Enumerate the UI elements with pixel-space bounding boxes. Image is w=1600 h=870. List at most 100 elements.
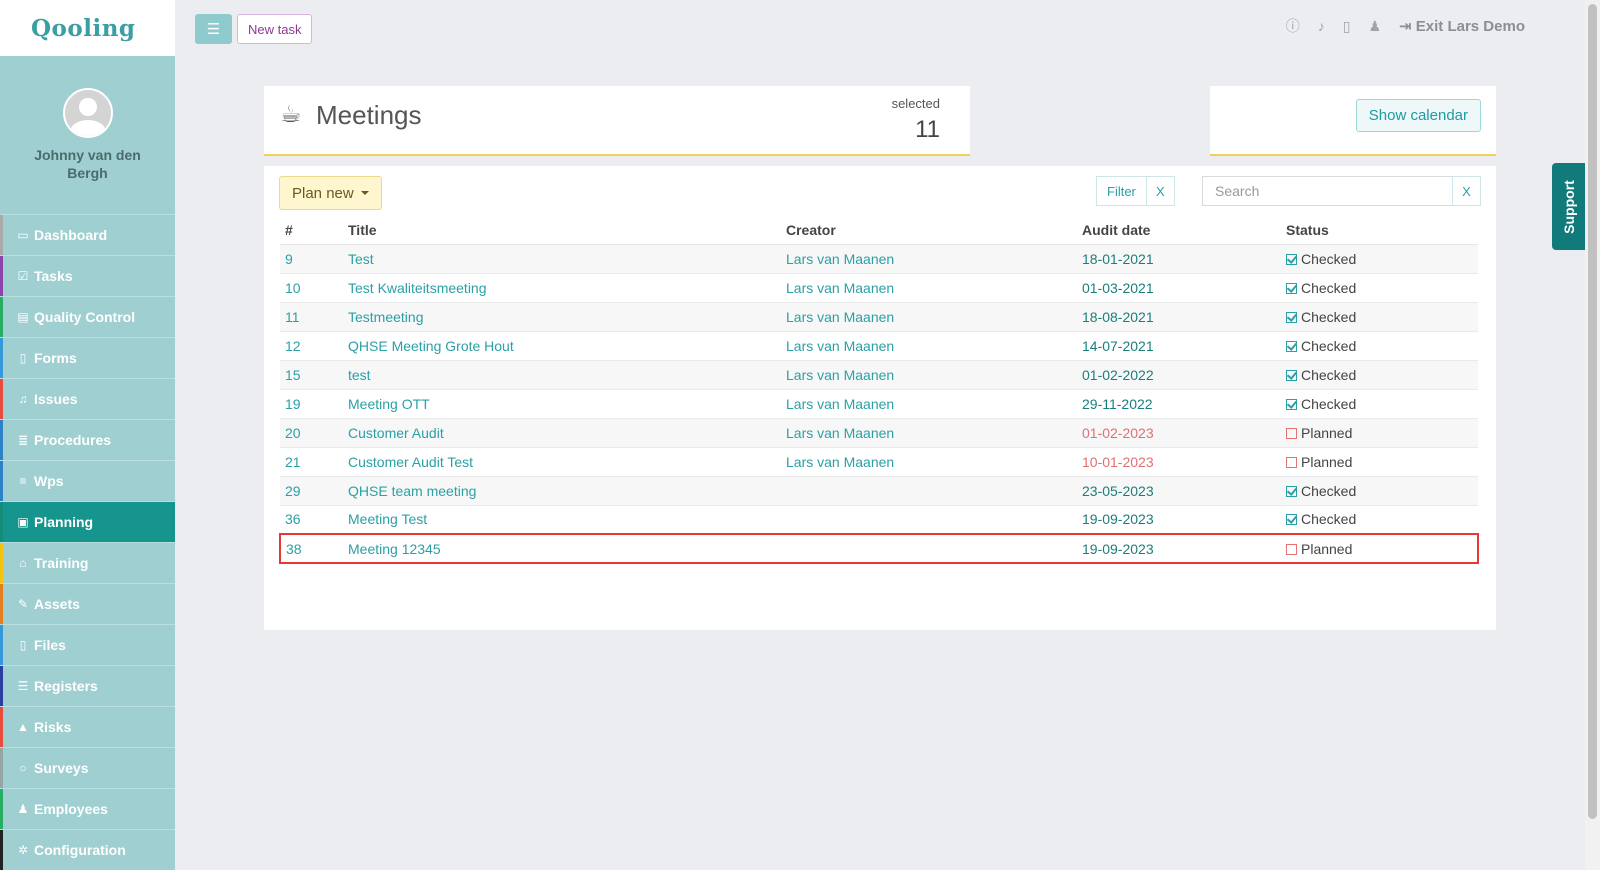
search-input[interactable] (1202, 176, 1452, 206)
sidebar-item-employees[interactable]: ♟ Employees (0, 789, 175, 830)
cell-title[interactable]: Customer Audit (343, 418, 781, 448)
cell-id[interactable]: 21 (280, 447, 343, 477)
sidebar-item-training[interactable]: ⌂ Training (0, 543, 175, 584)
cell-audit-date[interactable]: 01-03-2021 (1077, 273, 1281, 303)
sidebar-item-wps[interactable]: ≡ Wps (0, 461, 175, 502)
column-header-status[interactable]: Status (1281, 216, 1478, 245)
avatar[interactable] (62, 88, 113, 138)
cell-creator[interactable]: Lars van Maanen (781, 389, 1077, 419)
cell-status[interactable]: Checked (1281, 505, 1478, 535)
cell-status[interactable]: Checked (1281, 331, 1478, 361)
cell-audit-date[interactable]: 18-01-2021 (1077, 244, 1281, 274)
cell-title[interactable]: Meeting 12345 (343, 533, 781, 564)
cell-title[interactable]: test (343, 360, 781, 390)
cell-status[interactable]: Checked (1281, 302, 1478, 332)
cell-title[interactable]: Meeting Test (343, 505, 781, 535)
cell-title[interactable]: Meeting OTT (343, 389, 781, 419)
cell-status[interactable]: Checked (1281, 389, 1478, 419)
sidebar-item-issues[interactable]: ♫ Issues (0, 379, 175, 420)
cell-creator[interactable]: Lars van Maanen (781, 273, 1077, 303)
cell-creator[interactable] (781, 533, 1077, 564)
cell-audit-date[interactable]: 19-09-2023 (1077, 505, 1281, 535)
cell-id[interactable]: 20 (280, 418, 343, 448)
scrollbar-thumb[interactable] (1588, 4, 1597, 819)
column-header-creator[interactable]: Creator (781, 216, 1077, 245)
table-row[interactable]: 21 Customer Audit Test Lars van Maanen 10-0… (280, 447, 1478, 477)
column-header-id[interactable]: # (280, 216, 343, 245)
column-header-title[interactable]: Title (343, 216, 781, 245)
cell-id[interactable]: 19 (280, 389, 343, 419)
cell-audit-date[interactable]: 18-08-2021 (1077, 302, 1281, 332)
cell-audit-date[interactable]: 10-01-2023 (1077, 447, 1281, 477)
sidebar-item-registers[interactable]: ☰ Registers (0, 666, 175, 707)
cell-audit-date[interactable]: 14-07-2021 (1077, 331, 1281, 361)
help-icon[interactable]: ⓘ (1286, 16, 1300, 36)
cell-audit-date[interactable]: 29-11-2022 (1077, 389, 1281, 419)
sidebar-item-assets[interactable]: ✎ Assets (0, 584, 175, 625)
new-task-button[interactable]: New task (237, 14, 313, 44)
cell-id[interactable]: 12 (280, 331, 343, 361)
table-row[interactable]: 9 Test Lars van Maanen 18-01-2021 Checked (280, 244, 1478, 274)
cell-creator[interactable]: Lars van Maanen (781, 418, 1077, 448)
cell-creator[interactable] (781, 505, 1077, 535)
sidebar-item-tasks[interactable]: ☑ Tasks (0, 256, 175, 297)
cell-title[interactable]: QHSE Meeting Grote Hout (343, 331, 781, 361)
cell-audit-date[interactable]: 19-09-2023 (1077, 533, 1281, 564)
sidebar-item-files[interactable]: ▯ Files (0, 625, 175, 666)
table-row[interactable]: 29 QHSE team meeting 23-05-2023 Checked (280, 476, 1478, 506)
cell-status[interactable]: Planned (1281, 418, 1478, 448)
sidebar-item-quality-control[interactable]: ▤ Quality Control (0, 297, 175, 338)
cell-id[interactable]: 29 (280, 476, 343, 506)
page-scrollbar[interactable] (1585, 0, 1600, 870)
exit-demo-link[interactable]: ⇥ Exit Lars Demo (1399, 17, 1525, 35)
cell-creator[interactable]: Lars van Maanen (781, 331, 1077, 361)
support-tab[interactable]: Support (1552, 163, 1585, 250)
cell-creator[interactable]: Lars van Maanen (781, 360, 1077, 390)
app-logo[interactable]: Qooling (31, 15, 136, 42)
menu-toggle-button[interactable]: ☰ (195, 14, 232, 44)
sidebar-item-surveys[interactable]: ○ Surveys (0, 748, 175, 789)
cell-id[interactable]: 11 (280, 302, 343, 332)
book-icon[interactable]: ▯ (1343, 18, 1351, 35)
cell-audit-date[interactable]: 01-02-2022 (1077, 360, 1281, 390)
cell-id[interactable]: 10 (280, 273, 343, 303)
sidebar-item-configuration[interactable]: ✲ Configuration (0, 830, 175, 870)
table-row[interactable]: 19 Meeting OTT Lars van Maanen 29-11-2022 Ch… (280, 389, 1478, 419)
show-calendar-button[interactable]: Show calendar (1355, 99, 1481, 132)
column-header-audit-date[interactable]: Audit date (1077, 216, 1281, 245)
user-icon[interactable]: ♟ (1368, 18, 1381, 35)
table-row[interactable]: 20 Customer Audit Lars van Maanen 01-02-202… (280, 418, 1478, 448)
cell-creator[interactable]: Lars van Maanen (781, 302, 1077, 332)
filter-button[interactable]: Filter (1096, 176, 1147, 206)
table-row[interactable]: 11 Testmeeting Lars van Maanen 18-08-2021 Ch… (280, 302, 1478, 332)
table-row[interactable]: 12 QHSE Meeting Grote Hout Lars van Maanen… (280, 331, 1478, 361)
cell-status[interactable]: Checked (1281, 476, 1478, 506)
cell-status[interactable]: Planned (1281, 533, 1479, 564)
cell-title[interactable]: Testmeeting (343, 302, 781, 332)
cell-id[interactable]: 36 (280, 505, 343, 535)
sidebar-item-forms[interactable]: ▯ Forms (0, 338, 175, 379)
cell-id[interactable]: 9 (280, 244, 343, 274)
cell-creator[interactable]: Lars van Maanen (781, 244, 1077, 274)
bell-icon[interactable]: ♪ (1318, 18, 1325, 34)
cell-audit-date[interactable]: 01-02-2023 (1077, 418, 1281, 448)
cell-status[interactable]: Checked (1281, 244, 1478, 274)
sidebar-item-planning[interactable]: ▣ Planning (0, 502, 175, 543)
cell-title[interactable]: Customer Audit Test (343, 447, 781, 477)
cell-creator[interactable] (781, 476, 1077, 506)
cell-id[interactable]: 38 (279, 533, 343, 564)
sidebar-item-risks[interactable]: ▲ Risks (0, 707, 175, 748)
cell-title[interactable]: QHSE team meeting (343, 476, 781, 506)
cell-creator[interactable]: Lars van Maanen (781, 447, 1077, 477)
cell-title[interactable]: Test (343, 244, 781, 274)
table-row[interactable]: 15 test Lars van Maanen 01-02-2022 Checked (280, 360, 1478, 390)
sidebar-item-dashboard[interactable]: ▭ Dashboard (0, 215, 175, 256)
table-row[interactable]: 10 Test Kwaliteitsmeeting Lars van Maanen 0… (280, 273, 1478, 303)
filter-clear-button[interactable]: X (1146, 176, 1175, 206)
cell-status[interactable]: Checked (1281, 273, 1478, 303)
cell-status[interactable]: Planned (1281, 447, 1478, 477)
plan-new-button[interactable]: Plan new (279, 176, 382, 210)
cell-audit-date[interactable]: 23-05-2023 (1077, 476, 1281, 506)
cell-title[interactable]: Test Kwaliteitsmeeting (343, 273, 781, 303)
sidebar-item-procedures[interactable]: ≣ Procedures (0, 420, 175, 461)
